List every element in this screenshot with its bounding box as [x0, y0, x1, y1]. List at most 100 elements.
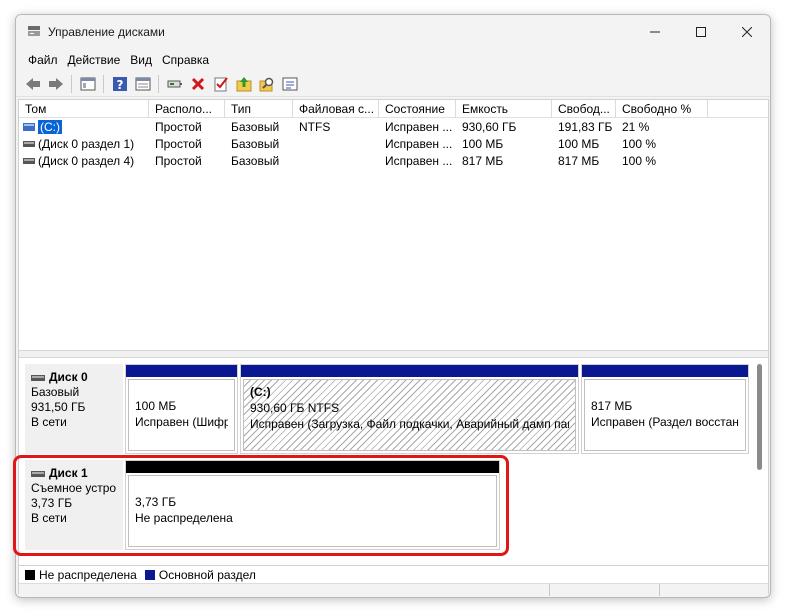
volume-fs-cell [293, 153, 379, 170]
disk-0-partition-4[interactable]: 817 МБ Исправен (Раздел восстанов [581, 364, 749, 454]
close-button[interactable] [724, 15, 770, 49]
volume-status-cell: Исправен ... [385, 137, 453, 151]
column-header-volume[interactable]: Том [19, 100, 149, 118]
up-folder-button[interactable] [232, 73, 255, 95]
maximize-button[interactable] [678, 15, 724, 49]
menu-action[interactable]: Действие [63, 49, 126, 71]
partition-status: Исправен (Раздел восстанов [591, 415, 739, 429]
volume-icon [23, 123, 35, 131]
up-folder-icon [236, 76, 251, 91]
title-bar: Управление дисками [16, 15, 770, 49]
graph-scrollbar-thumb[interactable] [757, 364, 762, 470]
disk-1-highlight-frame [13, 455, 509, 556]
column-header-layout[interactable]: Располо... [149, 100, 225, 118]
primary-partition-bar [582, 365, 748, 377]
disk-0-state: В сети [31, 415, 67, 429]
disk-0-name: Диск 0 [49, 370, 88, 384]
check-button[interactable] [209, 73, 232, 95]
delete-button[interactable] [186, 73, 209, 95]
volume-status-cell: Исправен ... [385, 154, 453, 168]
menu-bar: Файл Действие Вид Справка [16, 49, 770, 71]
volume-free-cell: 817 МБ [558, 154, 600, 168]
window-title: Управление дисками [48, 25, 165, 39]
volume-fs-cell: NTFS [299, 120, 331, 134]
column-header-free[interactable]: Свобод... [552, 100, 616, 118]
close-icon [742, 27, 752, 37]
table-row[interactable]: (Диск 0 раздел 1) Простой Базовый Исправ… [19, 136, 768, 153]
table-row[interactable]: (Диск 0 раздел 4) Простой Базовый Исправ… [19, 153, 768, 170]
volume-free-pct-cell: 100 % [622, 154, 657, 168]
info-button[interactable] [278, 73, 301, 95]
disk-0-size: 931,50 ГБ [31, 400, 86, 414]
connect-icon [167, 80, 182, 87]
minimize-button[interactable] [632, 15, 678, 49]
forward-icon [48, 77, 63, 90]
menu-file[interactable]: Файл [23, 49, 63, 71]
back-button[interactable] [21, 73, 44, 95]
volume-type-cell: Базовый [231, 120, 280, 134]
maximize-icon [696, 27, 706, 37]
volume-layout-cell: Простой [155, 154, 202, 168]
legend-unallocated: Не распределена [39, 567, 137, 582]
toolbar-separator [158, 74, 159, 93]
volume-free-pct-cell: 100 % [622, 137, 657, 151]
show-hide-pane-button[interactable] [76, 73, 99, 95]
search-icon [259, 77, 273, 91]
properties-icon [135, 77, 150, 90]
column-header-capacity[interactable]: Емкость [456, 100, 552, 118]
volume-free-cell: 191,83 ГБ [558, 120, 613, 134]
svg-text:?: ? [116, 78, 123, 92]
toolbar: ? [16, 71, 770, 97]
properties-button[interactable] [131, 73, 154, 95]
partition-size: 100 МБ [135, 399, 177, 413]
volume-type-cell: Базовый [231, 137, 280, 151]
check-icon [214, 76, 228, 91]
table-row[interactable]: (C:) Простой Базовый NTFS Исправен ... 9… [19, 119, 768, 136]
legend-swatch-primary [144, 569, 155, 580]
volume-layout-cell: Простой [155, 137, 202, 151]
forward-button[interactable] [44, 73, 67, 95]
partition-body: 100 МБ Исправен (Шифров [128, 379, 235, 451]
volume-name-cell: (Диск 0 раздел 1) [38, 137, 135, 151]
disk-0-label[interactable]: Диск 0 Базовый 931,50 ГБ В сети [25, 364, 123, 454]
volume-capacity-cell: 930,60 ГБ [462, 120, 517, 134]
volume-capacity-cell: 100 МБ [462, 137, 504, 151]
volume-list[interactable]: Том Располо... Тип Файловая с... Состоян… [19, 100, 768, 350]
column-header-filesystem[interactable]: Файловая с... [293, 100, 379, 118]
volume-layout-cell: Простой [155, 120, 202, 134]
volume-type-cell: Базовый [231, 154, 280, 168]
menu-help[interactable]: Справка [157, 49, 214, 71]
volume-fs-cell [293, 136, 379, 153]
minimize-icon [650, 31, 660, 33]
partition-status: Исправен (Шифров [135, 415, 228, 429]
legend: Не распределена Основной раздел [19, 565, 768, 583]
volume-name-selected: (C:) [38, 120, 62, 134]
disk-0-partition-c[interactable]: (C:) 930,60 ГБ NTFS Исправен (Загрузка, … [240, 364, 579, 454]
column-header-status[interactable]: Состояние [379, 100, 456, 118]
partition-size: 930,60 ГБ NTFS [250, 401, 340, 415]
status-bar [19, 583, 768, 596]
back-icon [25, 77, 40, 90]
volume-free-cell: 100 МБ [558, 137, 600, 151]
disk-management-app-icon [28, 26, 40, 36]
disk-icon [31, 374, 45, 381]
info-icon [282, 77, 297, 90]
help-button[interactable]: ? [108, 73, 131, 95]
volume-icon [23, 158, 35, 164]
partition-size: 817 МБ [591, 399, 633, 413]
toolbar-separator [103, 74, 104, 93]
legend-swatch-unallocated [25, 569, 35, 580]
disk-0-partition-1[interactable]: 100 МБ Исправен (Шифров [125, 364, 238, 454]
disk-0-name-row: Диск 0 [31, 370, 117, 385]
connect-button[interactable] [163, 73, 186, 95]
volume-name-cell: (Диск 0 раздел 4) [38, 154, 135, 168]
search-button[interactable] [255, 73, 278, 95]
volume-capacity-cell: 817 МБ [462, 154, 504, 168]
column-header-free-percent[interactable]: Свободно % [616, 100, 708, 118]
partition-body: 817 МБ Исправен (Раздел восстанов [584, 379, 746, 451]
pane-splitter[interactable] [19, 350, 768, 358]
column-header-type[interactable]: Тип [225, 100, 293, 118]
partition-title: (C:) [250, 385, 271, 399]
menu-view[interactable]: Вид [125, 49, 157, 71]
status-divider [549, 584, 550, 596]
